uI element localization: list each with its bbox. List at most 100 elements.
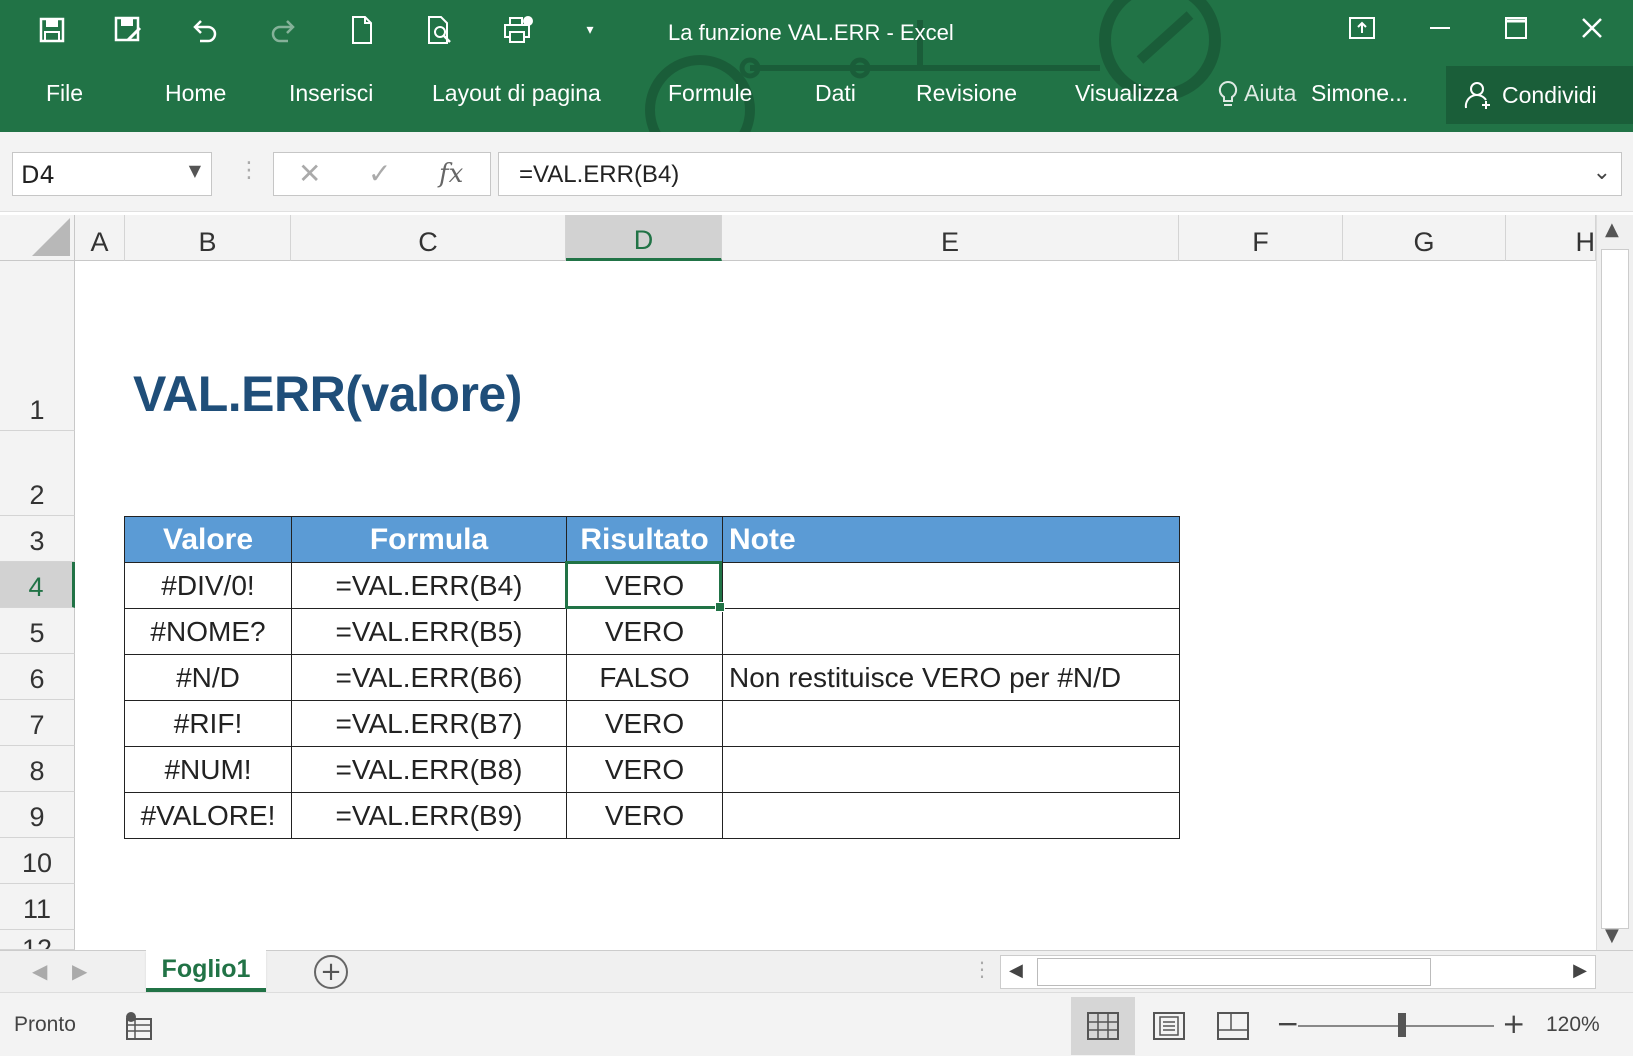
column-header-h[interactable]: H [1506, 215, 1596, 261]
header-cell-formula[interactable]: Formula [291, 516, 567, 563]
cell-d6[interactable]: FALSO [566, 654, 723, 701]
tab-formulas[interactable]: Formule [668, 80, 752, 107]
column-header-e[interactable]: E [722, 215, 1179, 261]
row-header-3[interactable]: 3 [0, 516, 75, 562]
tell-me-box[interactable]: Aiuta [1218, 80, 1302, 108]
close-icon[interactable] [1562, 8, 1622, 48]
scroll-left-icon[interactable]: ◀ [1009, 960, 1023, 981]
row-header-2[interactable]: 2 [0, 431, 75, 516]
formula-input[interactable]: =VAL.ERR(B4) ⌄ [498, 152, 1622, 196]
row-header-12[interactable]: 12 [0, 930, 75, 950]
tab-insert[interactable]: Inserisci [289, 80, 373, 107]
cell-b5[interactable]: #NOME? [124, 608, 292, 655]
chevron-down-icon[interactable]: ▼ [189, 161, 201, 180]
cell-e9[interactable] [722, 792, 1180, 839]
ribbon-display-icon[interactable] [1332, 8, 1392, 48]
undo-icon[interactable] [182, 10, 226, 50]
horizontal-scrollbar[interactable]: ◀ ▶ [1000, 955, 1596, 989]
zoom-out-icon[interactable]: − [1276, 1007, 1299, 1040]
prev-sheet-icon[interactable]: ◀ [32, 959, 47, 983]
column-header-c[interactable]: C [291, 215, 566, 261]
tab-home[interactable]: Home [165, 80, 226, 107]
tab-page-layout[interactable]: Layout di pagina [432, 80, 601, 107]
vertical-scrollbar[interactable]: ▲ ▼ [1596, 215, 1633, 950]
user-name[interactable]: Simone... [1311, 80, 1408, 107]
page-break-view-icon[interactable] [1204, 1003, 1262, 1049]
next-sheet-icon[interactable]: ▶ [72, 959, 87, 983]
new-document-icon[interactable] [340, 10, 384, 50]
cell-d4[interactable]: VERO [566, 562, 723, 609]
row-header-10[interactable]: 10 [0, 838, 75, 884]
cell-b8[interactable]: #NUM! [124, 746, 292, 793]
add-sheet-icon[interactable]: + [314, 955, 348, 989]
save-as-icon[interactable] [106, 10, 150, 50]
grip-dots-icon[interactable]: ⋮ [238, 158, 260, 183]
cell-e4[interactable] [722, 562, 1180, 609]
cell-e8[interactable] [722, 746, 1180, 793]
insert-function-icon[interactable]: fx [439, 159, 463, 189]
redo-icon[interactable] [262, 10, 306, 50]
enter-icon[interactable]: ✓ [368, 157, 391, 190]
cell-c8[interactable]: =VAL.ERR(B8) [291, 746, 567, 793]
tab-file[interactable]: File [46, 80, 83, 107]
zoom-slider-thumb[interactable] [1398, 1013, 1406, 1037]
normal-view-icon[interactable] [1071, 997, 1135, 1055]
row-header-11[interactable]: 11 [0, 884, 75, 930]
zoom-in-icon[interactable]: + [1502, 1007, 1525, 1040]
sheet-title-cell[interactable]: VAL.ERR(valore) [133, 365, 522, 423]
row-header-5[interactable]: 5 [0, 608, 75, 654]
cell-d5[interactable]: VERO [566, 608, 723, 655]
row-header-1[interactable]: 1 [0, 261, 75, 431]
cell-c9[interactable]: =VAL.ERR(B9) [291, 792, 567, 839]
cell-c6[interactable]: =VAL.ERR(B6) [291, 654, 567, 701]
split-grip-icon[interactable]: ⋮ [972, 957, 992, 981]
cell-e5[interactable] [722, 608, 1180, 655]
scroll-down-icon[interactable]: ▼ [1605, 925, 1619, 946]
column-header-b[interactable]: B [125, 215, 291, 261]
zoom-level[interactable]: 120% [1546, 1013, 1600, 1037]
row-header-4[interactable]: 4 [0, 562, 75, 608]
cell-c7[interactable]: =VAL.ERR(B7) [291, 700, 567, 747]
customize-dropdown-icon[interactable]: ▾ [568, 10, 612, 50]
print-preview-icon[interactable] [418, 10, 462, 50]
cell-b7[interactable]: #RIF! [124, 700, 292, 747]
page-layout-view-icon[interactable] [1140, 1003, 1198, 1049]
macro-record-icon[interactable] [110, 1003, 168, 1049]
select-all-button[interactable] [0, 215, 75, 261]
maximize-icon[interactable] [1486, 8, 1546, 48]
tab-data[interactable]: Dati [815, 80, 856, 107]
cell-e6[interactable]: Non restituisce VERO per #N/D [722, 654, 1180, 701]
zoom-slider-track[interactable] [1298, 1025, 1494, 1027]
sheet-tab-active[interactable]: Foglio1 [146, 950, 266, 992]
header-cell-risultato[interactable]: Risultato [566, 516, 723, 563]
column-header-d[interactable]: D [566, 215, 722, 261]
column-header-f[interactable]: F [1179, 215, 1343, 261]
quick-print-icon[interactable] [496, 10, 540, 50]
horizontal-scroll-thumb[interactable] [1037, 958, 1431, 986]
cell-b4[interactable]: #DIV/0! [124, 562, 292, 609]
vertical-scroll-thumb[interactable] [1601, 249, 1629, 929]
scroll-up-icon[interactable]: ▲ [1605, 219, 1619, 240]
cell-c4[interactable]: =VAL.ERR(B4) [291, 562, 567, 609]
header-cell-note[interactable]: Note [722, 516, 1180, 563]
cell-b6[interactable]: #N/D [124, 654, 292, 701]
cell-c5[interactable]: =VAL.ERR(B5) [291, 608, 567, 655]
cell-b9[interactable]: #VALORE! [124, 792, 292, 839]
cell-d8[interactable]: VERO [566, 746, 723, 793]
header-cell-valore[interactable]: Valore [124, 516, 292, 563]
cancel-icon[interactable]: ✕ [298, 157, 321, 190]
column-header-a[interactable]: A [75, 215, 125, 261]
tab-review[interactable]: Revisione [916, 80, 1017, 107]
row-header-8[interactable]: 8 [0, 746, 75, 792]
row-header-6[interactable]: 6 [0, 654, 75, 700]
scroll-right-icon[interactable]: ▶ [1573, 960, 1587, 981]
row-header-7[interactable]: 7 [0, 700, 75, 746]
name-box[interactable]: D4 ▼ [12, 152, 212, 196]
cell-e7[interactable] [722, 700, 1180, 747]
save-icon[interactable] [30, 10, 74, 50]
minimize-icon[interactable] [1410, 8, 1470, 48]
cell-d9[interactable]: VERO [566, 792, 723, 839]
share-button[interactable]: Condividi [1446, 66, 1633, 124]
row-header-9[interactable]: 9 [0, 792, 75, 838]
tab-view[interactable]: Visualizza [1075, 80, 1178, 107]
